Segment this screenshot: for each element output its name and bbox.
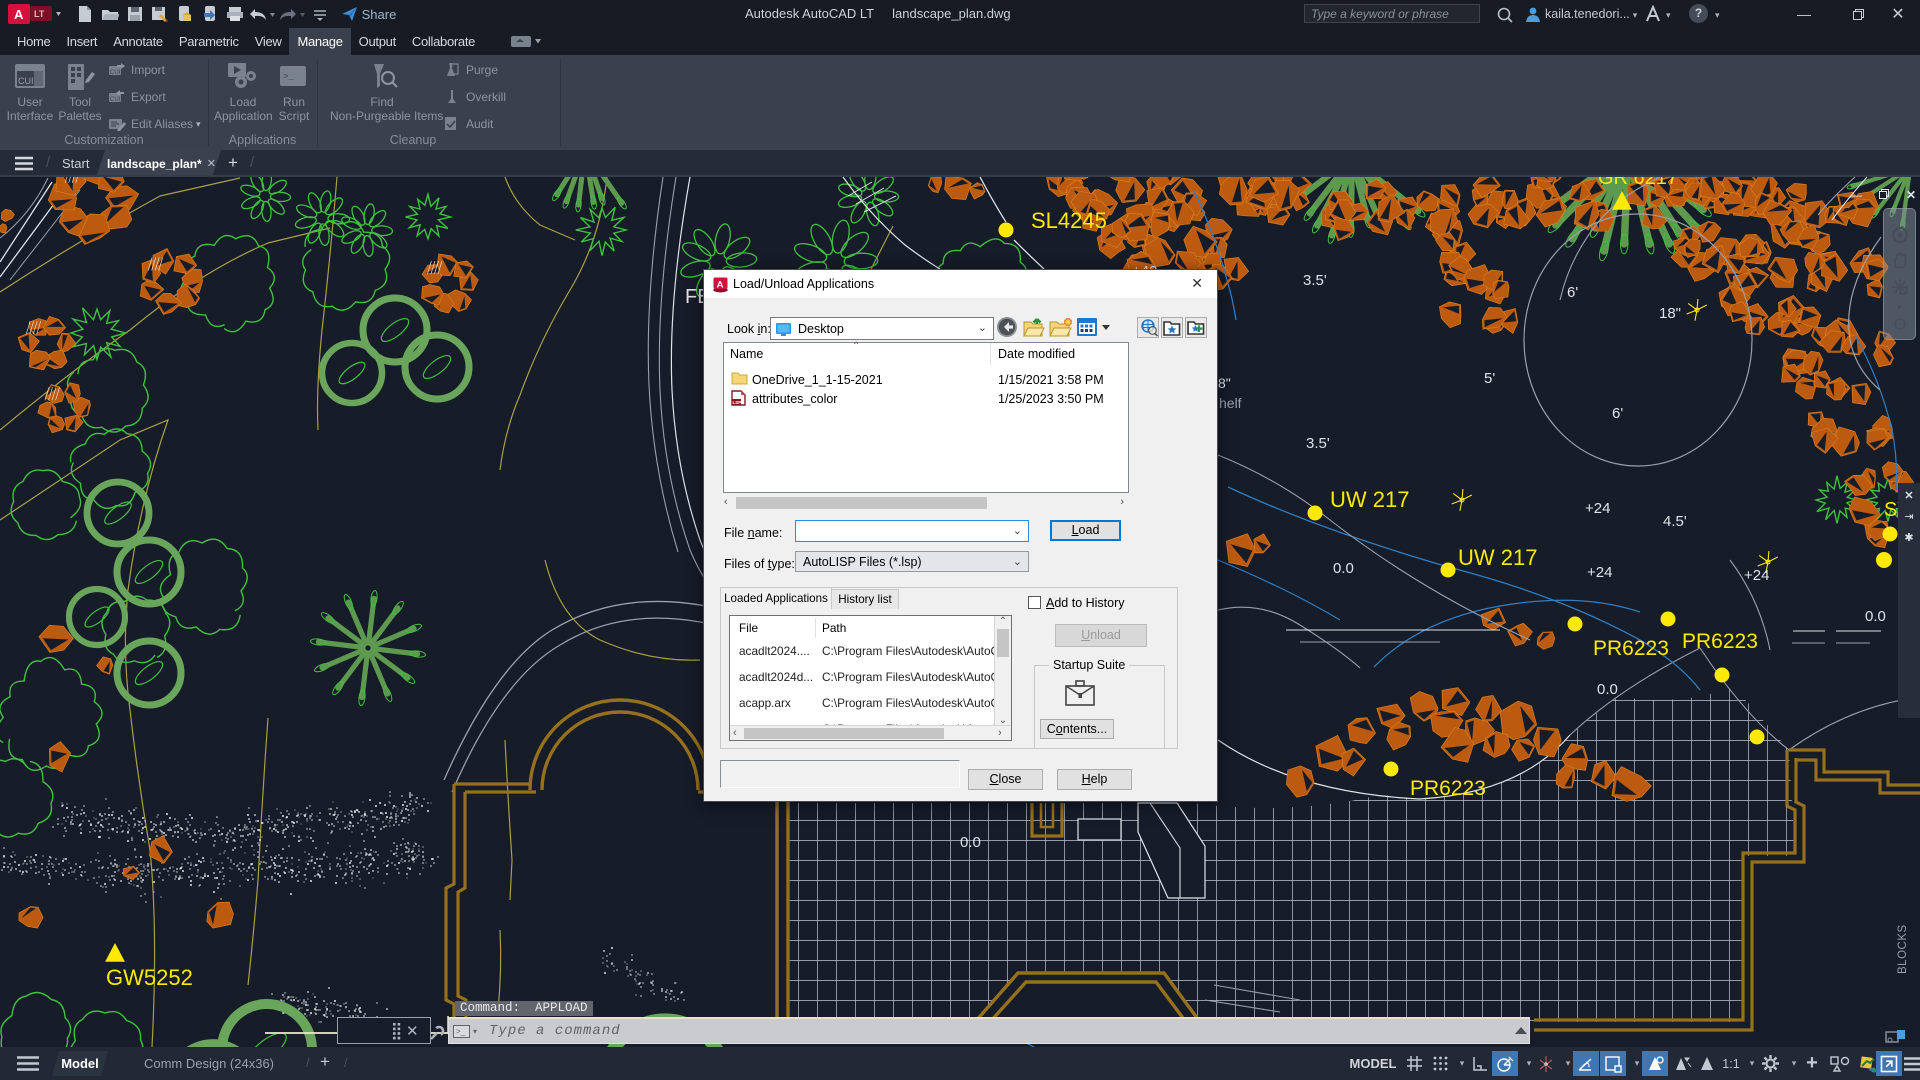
svg-text:0.0: 0.0: [1865, 608, 1886, 625]
svg-text:PR6223: PR6223: [1410, 777, 1486, 800]
svg-text:0.0: 0.0: [1597, 681, 1618, 698]
svg-text:PR6223: PR6223: [1593, 637, 1669, 660]
svg-text:SL4245: SL4245: [1031, 208, 1107, 233]
svg-text:LSP: LSP: [733, 400, 742, 405]
svg-text:helf: helf: [1219, 395, 1242, 411]
svg-text:A: A: [717, 280, 724, 291]
svg-text:LT: LT: [34, 9, 45, 19]
svg-text:CUI: CUI: [18, 76, 34, 86]
svg-text:3.5': 3.5': [1306, 435, 1330, 452]
svg-text:CUIX: CUIX: [110, 70, 124, 76]
svg-text:3.5': 3.5': [1303, 272, 1327, 289]
svg-text:CUIX: CUIX: [110, 97, 124, 103]
svg-text:+24: +24: [1585, 500, 1610, 517]
svg-text:S: S: [1884, 499, 1897, 521]
svg-text:18": 18": [1659, 305, 1681, 322]
svg-text:GR 6217: GR 6217: [1598, 177, 1678, 189]
svg-text:GW5252: GW5252: [106, 965, 193, 990]
svg-text:5': 5': [1484, 370, 1495, 387]
svg-text:+24: +24: [1744, 567, 1769, 584]
svg-text:>_: >_: [283, 72, 294, 82]
svg-text:+24: +24: [1587, 564, 1612, 581]
svg-text:PR6223: PR6223: [1682, 630, 1758, 653]
svg-text:4.5': 4.5': [1663, 513, 1687, 530]
svg-text:A: A: [14, 7, 24, 22]
svg-text:8": 8": [1218, 375, 1231, 391]
svg-text:0.0: 0.0: [1333, 560, 1354, 577]
svg-text:6': 6': [1612, 405, 1623, 422]
svg-text:UW 217: UW 217: [1458, 545, 1537, 570]
svg-text:6': 6': [1567, 284, 1578, 301]
svg-text:0.0: 0.0: [960, 834, 981, 851]
svg-text:UW 217: UW 217: [1330, 487, 1409, 512]
